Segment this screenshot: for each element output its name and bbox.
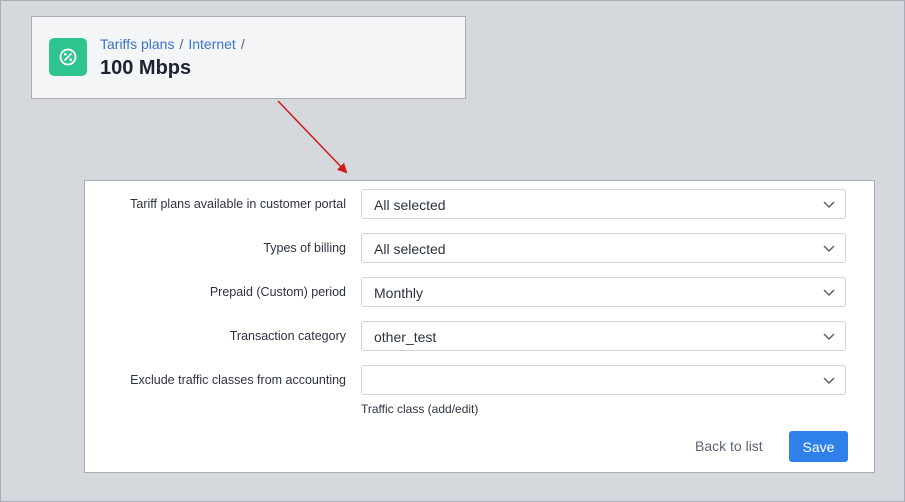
- form-row-prepaid-period: Prepaid (Custom) period Monthly: [85, 277, 874, 309]
- form-row-exclude-traffic: Exclude traffic classes from accounting: [85, 365, 874, 397]
- tariff-settings-form: Tariff plans available in customer porta…: [84, 180, 875, 473]
- save-button[interactable]: Save: [789, 431, 848, 462]
- customer-portal-label: Tariff plans available in customer porta…: [130, 197, 346, 211]
- transaction-category-value: other_test: [374, 329, 437, 345]
- chevron-down-icon: [823, 333, 835, 341]
- prepaid-period-value: Monthly: [374, 285, 424, 301]
- form-row-billing-types: Types of billing All selected: [85, 233, 874, 265]
- chevron-down-icon: [823, 377, 835, 385]
- chevron-down-icon: [823, 289, 835, 297]
- billing-types-value: All selected: [374, 241, 446, 257]
- traffic-class-link[interactable]: Traffic class (add/edit): [361, 402, 478, 416]
- customer-portal-value: All selected: [374, 197, 446, 213]
- prepaid-period-select[interactable]: Monthly: [361, 277, 846, 307]
- transaction-category-select[interactable]: other_test: [361, 321, 846, 351]
- chevron-down-icon: [823, 201, 835, 209]
- exclude-traffic-label: Exclude traffic classes from accounting: [130, 373, 346, 387]
- transaction-category-label: Transaction category: [229, 329, 346, 343]
- exclude-traffic-select[interactable]: [361, 365, 846, 395]
- chevron-down-icon: [823, 245, 835, 253]
- form-row-transaction-category: Transaction category other_test: [85, 321, 874, 353]
- billing-types-label: Types of billing: [263, 241, 346, 255]
- customer-portal-select[interactable]: All selected: [361, 189, 846, 219]
- billing-types-select[interactable]: All selected: [361, 233, 846, 263]
- prepaid-period-label: Prepaid (Custom) period: [209, 285, 346, 299]
- form-row-customer-portal: Tariff plans available in customer porta…: [85, 189, 874, 221]
- back-to-list-link[interactable]: Back to list: [695, 438, 763, 454]
